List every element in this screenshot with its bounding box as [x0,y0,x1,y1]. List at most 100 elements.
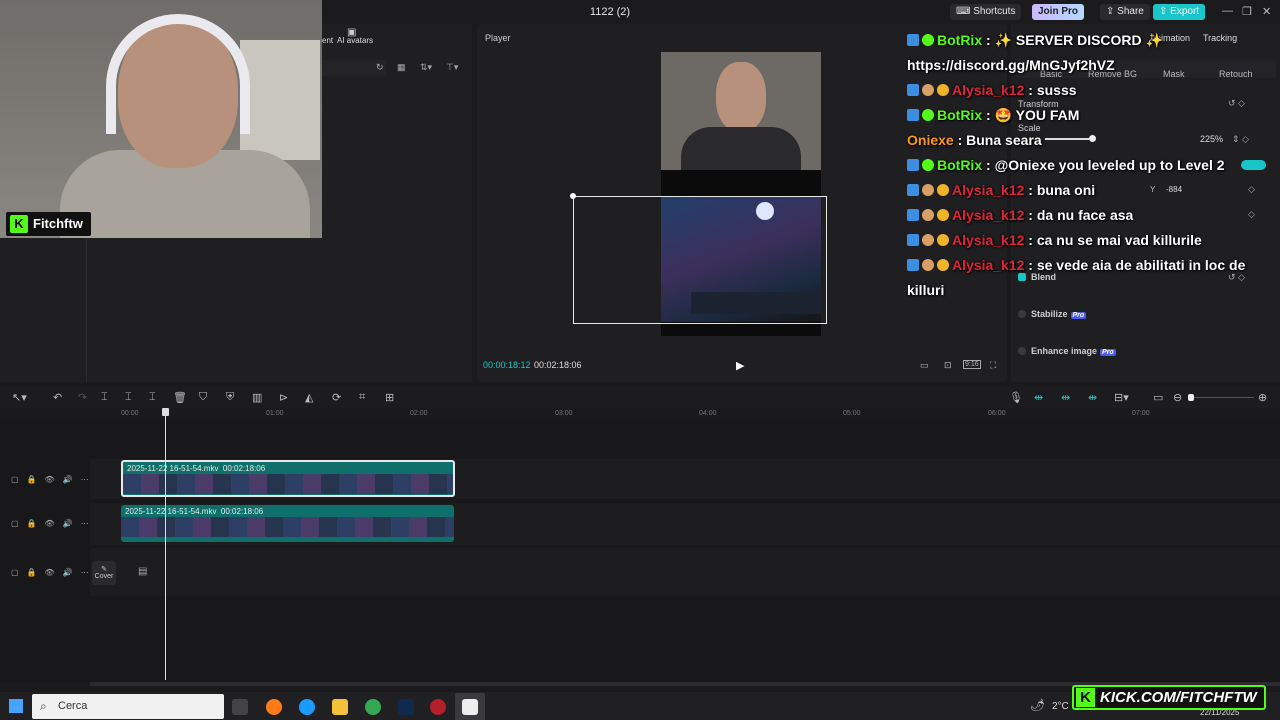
chat-text: : 🤩 YOU FAM [986,107,1080,123]
share-icon: ⇪ [1106,6,1118,17]
join-pro-button[interactable]: Join Pro [1032,4,1085,20]
windows-start-icon[interactable] [9,699,23,713]
close-icon[interactable]: ✕ [1262,5,1271,18]
rotate-icon[interactable]: ⟳ [332,391,341,404]
split-left-icon[interactable]: ⌶ [125,391,132,404]
edge-icon[interactable] [299,699,315,715]
video-clip[interactable]: 2025-11-22 16-51-54.mkv 00:02:18:06 [121,460,455,497]
tab-ai-avatars[interactable]: AI avatars [337,36,373,45]
tick-label: 06:00 [988,410,1006,417]
obs-icon[interactable] [430,699,446,715]
green-badge-icon [922,109,934,121]
zoom-in-icon[interactable]: ⊕ [1258,391,1267,404]
blue-badge-icon [907,234,919,246]
blue-badge-icon [907,109,919,121]
resize-handle[interactable] [570,193,576,199]
webcam-door [240,40,320,160]
firefox-icon[interactable] [266,699,282,715]
split-icon[interactable]: ⌶ [101,391,108,404]
link-track-icon[interactable]: ⇹ [1088,391,1097,404]
clip-duration: 00:02:18:06 [220,507,264,516]
yellow-badge-icon [937,259,949,271]
keyboard-icon: ⌨ [956,6,974,17]
preview-shirt [681,127,801,170]
chat-username[interactable]: Alysia_k12 [952,232,1024,248]
tick-label: 07:00 [1132,410,1150,417]
mirror-icon[interactable]: ◭ [305,391,313,404]
ratio-button[interactable]: 9:16 [963,360,981,369]
zoom-slider[interactable] [1194,397,1254,398]
microphone-icon[interactable]: 🎙 [1009,391,1023,404]
shortcuts-button[interactable]: ⌨ Shortcuts [950,4,1022,20]
link-main-icon[interactable]: ⇹ [1034,391,1043,404]
zoom-out-icon[interactable]: ⊖ [1173,391,1182,404]
track-controls[interactable]: ▢🔒👁🔊⋯ [11,519,97,528]
yellow-badge-icon [937,209,949,221]
tick-label: 03:00 [555,410,573,417]
crop-icon[interactable]: ⌗ [359,391,365,404]
enhance-checkbox[interactable] [1018,347,1026,355]
split-right-icon[interactable]: ⌶ [149,391,156,404]
filter-icon[interactable]: ⊤▾ [446,62,458,73]
chat-username[interactable]: Alysia_k12 [952,182,1024,198]
blue-badge-icon [907,259,919,271]
kick-logo-icon: K [1076,688,1095,707]
copper-badge-icon [922,259,934,271]
streamer-tag: K Fitchftw [6,212,91,236]
taskbar-search-input[interactable]: Cerca [32,694,224,719]
playhead[interactable] [165,408,166,680]
redo-icon[interactable]: ↷ [78,391,87,404]
task-view-icon[interactable] [232,699,248,715]
chat-username[interactable]: BotRix [937,32,982,48]
select-tool-icon[interactable]: ↖▾ [12,391,27,404]
transform-icon[interactable]: ⊞ [385,391,394,404]
marker-icon[interactable]: ⛉ [199,391,207,404]
fit-icon[interactable]: ⊡ [944,360,952,371]
chat-username[interactable]: BotRix [937,107,982,123]
stabilize-checkbox[interactable] [1018,310,1026,318]
link-audio-icon[interactable]: ⇹ [1061,391,1070,404]
yellow-badge-icon [937,234,949,246]
fullscreen-icon[interactable]: ⛶ [990,360,996,371]
temperature: 2°C [1052,701,1069,712]
green-badge-icon [922,159,934,171]
refresh-icon[interactable]: ↻ [376,62,384,73]
track-controls[interactable]: ▢🔒👁🔊⋯ [11,568,97,577]
kick-url: KICK.COM/FITCHFTW [1100,689,1257,706]
clip-filename: 2025-11-22 16-51-54.mkv [127,464,219,473]
clip-label: 2025-11-22 16-51-54.mkv 00:02:18:06 [125,507,263,516]
preview-axis-icon[interactable]: ▭ [1153,391,1163,404]
shield-icon[interactable]: ⛨ [226,391,234,404]
chat-username[interactable]: Alysia_k12 [952,82,1024,98]
photoshop-icon[interactable] [398,699,414,715]
video-clip[interactable]: 2025-11-22 16-51-54.mkv 00:02:18:06 [121,505,454,542]
maximize-icon[interactable]: ❐ [1242,5,1252,18]
freeze-icon[interactable]: ▥ [252,391,262,404]
track-controls[interactable]: ▢🔒👁🔊⋯ [11,475,97,484]
search-icon: ⌕ [40,699,47,713]
quality-icon[interactable]: ▭ [920,360,929,371]
grid-view-icon[interactable]: ▦ [397,62,406,73]
copper-badge-icon [922,84,934,96]
chat-message: Alysia_k12 : se vede aia de abilitati in… [907,253,1267,303]
delete-icon[interactable]: 🗑 [173,391,187,404]
chat-username[interactable]: Alysia_k12 [952,207,1024,223]
chat-username[interactable]: Oniexe [907,132,954,148]
chrome-icon[interactable] [365,699,381,715]
share-button[interactable]: ⇪ Share [1100,4,1150,20]
player-label: Player [485,33,511,43]
chat-username[interactable]: BotRix [937,157,982,173]
export-button[interactable]: ⇧ Export [1153,4,1206,20]
file-explorer-icon[interactable] [332,699,348,715]
chat-text: : susss [1028,82,1077,98]
cover-button[interactable]: ✎ Cover [92,561,116,585]
selection-box[interactable] [573,196,827,324]
play-button[interactable]: ▶ [736,359,744,372]
play-speed-icon[interactable]: ⊳ [279,391,288,404]
undo-icon[interactable]: ↶ [53,391,62,404]
sort-icon[interactable]: ⇅▾ [420,62,432,73]
align-icon[interactable]: ⊟▾ [1114,391,1129,404]
chat-username[interactable]: Alysia_k12 [952,257,1024,273]
minimize-icon[interactable]: — [1222,5,1233,17]
tick-label: 05:00 [843,410,861,417]
